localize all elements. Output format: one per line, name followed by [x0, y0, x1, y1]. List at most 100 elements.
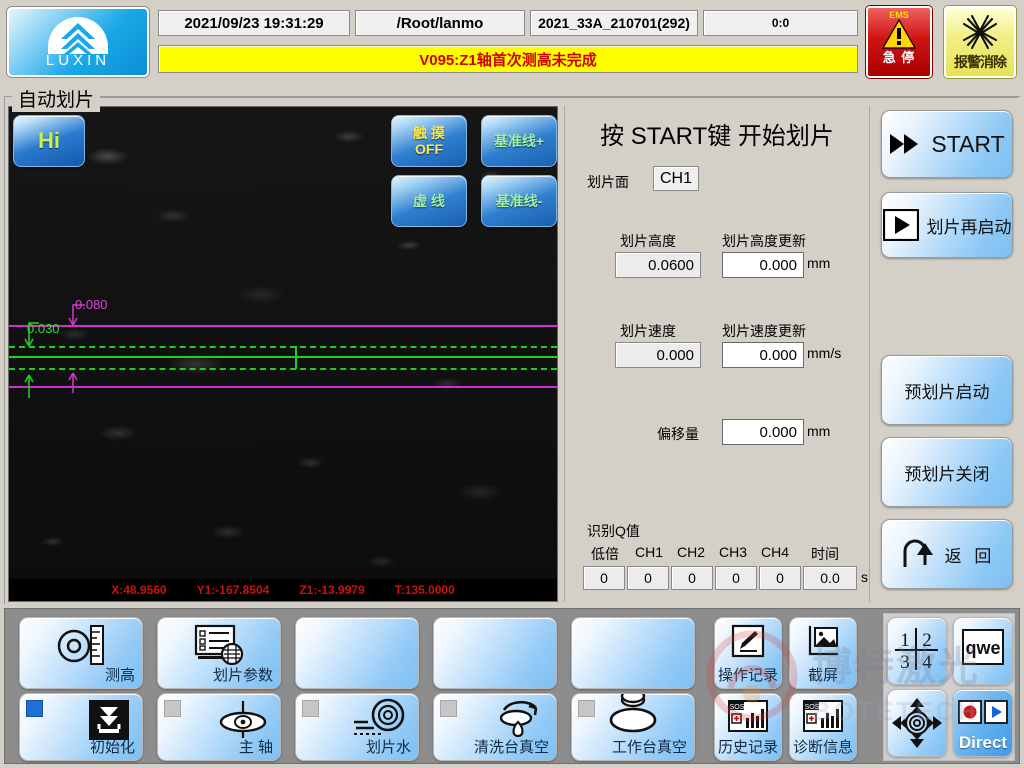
led-dicing-water — [302, 700, 319, 717]
back-button[interactable]: 返 回 — [881, 519, 1013, 589]
toolbar-button-height-measure[interactable]: 测高 — [19, 617, 143, 689]
toolbar-button-dicing-params[interactable]: 划片参数 — [157, 617, 281, 689]
emergency-stop-button[interactable]: EMS 急 停 — [866, 6, 932, 78]
counter-display: 0:0 — [703, 10, 858, 36]
baseline-minus-button[interactable]: 基准线- — [481, 175, 557, 227]
back-button-label: 返 回 — [944, 546, 996, 566]
q-cell-ch3: 0 — [715, 566, 757, 590]
cut-speed-update-input[interactable]: 0.000 — [722, 342, 804, 368]
dashed-line-button[interactable]: 虚 线 — [391, 175, 467, 227]
offset-input[interactable]: 0.000 — [722, 419, 804, 445]
path-display[interactable]: /Root/lanmo — [355, 10, 525, 36]
baseline-plus-button[interactable]: 基准线+ — [481, 115, 557, 167]
svg-text:3: 3 — [900, 652, 910, 672]
svg-text:SOS: SOS — [805, 704, 820, 711]
download-init-icon — [89, 700, 129, 740]
camera-view-panel[interactable]: 0.080 0.030 Hi 触 摸 OFF 基准线+ 虚 线 基准线- X:4… — [8, 106, 558, 602]
toolbar-button-initialize[interactable]: 初始化 — [19, 693, 143, 761]
toolbar-label-diagnostics: 诊断信息 — [792, 739, 853, 756]
baseline-plus-label: 基准线+ — [493, 132, 545, 149]
overlay-green-dashed-bottom — [9, 368, 557, 370]
toolbar-button-dicing-water[interactable]: 划片水 — [295, 693, 419, 761]
pre-dicing-start-label: 预划片启动 — [904, 382, 990, 402]
q-header-low: 低倍 — [591, 546, 619, 562]
toolbar-button-operation-log[interactable]: 操作记录 — [714, 617, 782, 689]
q-header-ch3: CH3 — [718, 544, 747, 560]
cut-height-update-label: 划片高度更新 — [722, 233, 806, 249]
toolbar-label-height-measure: 测高 — [104, 667, 135, 684]
direct-mode-button[interactable]: Direct — [953, 689, 1013, 757]
overlay-annotation-0080: 0.080 — [75, 297, 108, 312]
alarm-message-bar[interactable]: V095:Z1轴首次测高未完成 — [158, 45, 858, 73]
hi-magnification-button[interactable]: Hi — [13, 115, 85, 167]
cut-face-value[interactable]: CH1 — [653, 166, 699, 191]
svg-text:1: 1 — [900, 630, 910, 651]
pre-dicing-stop-button[interactable]: 预划片关闭 — [881, 437, 1013, 507]
start-button[interactable]: START — [881, 110, 1013, 178]
overlay-magenta-line-top — [9, 325, 557, 327]
toolbar-button-diagnostics[interactable]: SOS 诊断信息 — [789, 693, 857, 761]
toolbar-button-clean-vacuum[interactable]: 清洗台真空 — [433, 693, 557, 761]
touch-toggle-line1: 触 摸 — [413, 124, 445, 141]
restart-dicing-button[interactable]: 划片再启动 — [881, 192, 1013, 258]
toolbar-button-worktable-vacuum[interactable]: 工作台真空 — [571, 693, 695, 761]
jog-dpad-button[interactable] — [887, 689, 947, 757]
direct-mode-label: Direct — [958, 733, 1008, 752]
cut-height-label: 划片高度 — [620, 233, 676, 249]
start-button-label: START — [931, 130, 1005, 157]
alarm-clear-button[interactable]: 报警消除 — [944, 6, 1016, 78]
coord-y1: Y1:-167.8504 — [196, 583, 270, 597]
q-header-ch2: CH2 — [676, 544, 705, 560]
q-header-ch4: CH4 — [760, 544, 789, 560]
screenshot-icon — [808, 626, 838, 656]
overlay-magenta-line-bottom — [9, 386, 557, 388]
coord-t: T:135.0000 — [394, 583, 455, 597]
header-bar: LUXIN 2021/09/23 19:31:29 /Root/lanmo 20… — [0, 0, 1024, 84]
svg-text:4: 4 — [922, 652, 932, 672]
toolbar-label-worktable-vacuum: 工作台真空 — [611, 739, 687, 756]
toolbar-button-empty-1[interactable] — [295, 617, 419, 689]
ems-chinese-label: 急 停 — [882, 50, 916, 65]
camera-grain-overlay — [9, 107, 557, 601]
logo-text: LUXIN — [45, 52, 111, 69]
sos-chart-icon: SOS — [728, 700, 768, 732]
cut-height-value: 0.0600 — [615, 252, 701, 278]
pencil-edit-icon — [731, 624, 765, 658]
cut-speed-label: 划片速度 — [620, 323, 676, 339]
cut-height-update-input[interactable]: 0.000 — [722, 252, 804, 278]
cut-speed-update-label: 划片速度更新 — [722, 323, 806, 339]
led-spindle — [164, 700, 181, 717]
warning-triangle-icon — [882, 19, 916, 49]
luxin-logo: LUXIN — [7, 7, 149, 77]
q-header-time: 时间 — [811, 546, 839, 562]
qwerty-keyboard-button[interactable]: qwe — [953, 617, 1013, 685]
toolbar-label-clean-vacuum: 清洗台真空 — [473, 739, 549, 756]
led-initialize — [26, 700, 43, 717]
toolbar-button-empty-2[interactable] — [433, 617, 557, 689]
toolbar-button-screenshot[interactable]: 截屏 — [789, 617, 857, 689]
toolbar-button-spindle[interactable]: 主 轴 — [157, 693, 281, 761]
hmi-screen: LUXIN 2021/09/23 19:31:29 /Root/lanmo 20… — [0, 0, 1024, 768]
toolbar-button-history-log[interactable]: SOS 历史记录 — [714, 693, 782, 761]
toolbar-label-initialize: 初始化 — [89, 739, 135, 756]
toolbar-label-spindle: 主 轴 — [238, 739, 273, 756]
toolbar-label-operation-log: 操作记录 — [717, 667, 778, 684]
dpad-icon — [892, 698, 942, 748]
page-title: 自动划片 — [12, 85, 101, 112]
touch-toggle-button[interactable]: 触 摸 OFF — [391, 115, 467, 167]
q-cell-low: 0 — [583, 566, 625, 590]
led-clean-vacuum — [440, 700, 457, 717]
toolbar-button-empty-3[interactable] — [571, 617, 695, 689]
overlay-green-dashed-top — [9, 346, 557, 348]
recipe-name-display[interactable]: 2021_33A_210701(292) — [530, 10, 698, 36]
double-arrow-play-icon — [890, 134, 919, 154]
offset-label: 偏移量 — [657, 426, 699, 442]
offset-unit: mm — [807, 423, 831, 439]
cut-height-unit: mm — [807, 255, 831, 271]
numeric-keypad-button[interactable]: 1 2 3 4 — [887, 617, 947, 685]
q-value-title: 识别Q值 — [587, 523, 640, 539]
overlay-annotation-0030: 0.030 — [27, 321, 60, 336]
pre-dicing-start-button[interactable]: 预划片启动 — [881, 355, 1013, 425]
process-parameter-panel: 按 START键 开始划片 划片面 CH1 划片高度 0.0600 划片高度更新… — [564, 106, 870, 602]
magenta-caliper-icon — [68, 304, 85, 393]
